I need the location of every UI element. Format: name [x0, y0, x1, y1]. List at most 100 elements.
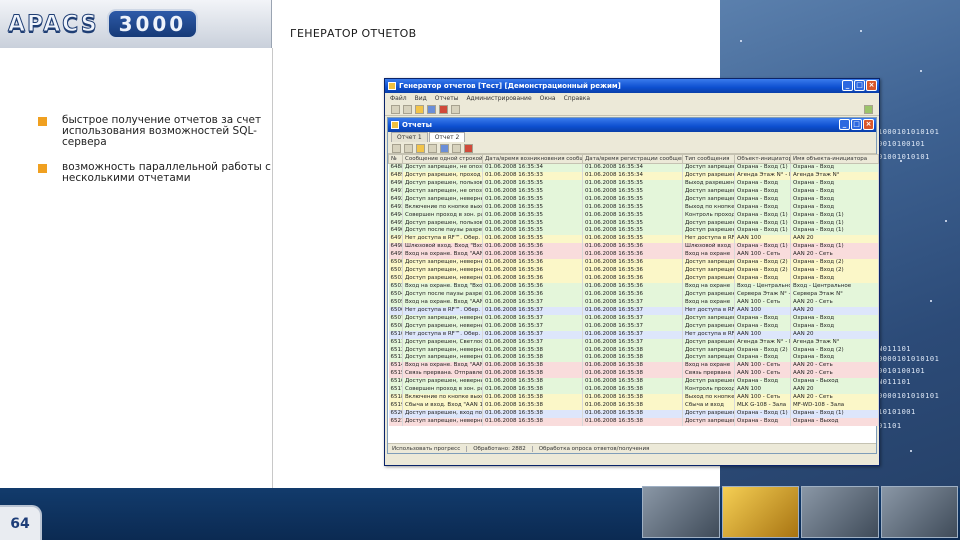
status-message: Обработка опроса ответов/получения: [538, 445, 650, 452]
table-row[interactable]: 6493Включение по кнопке выхода01.06.2008…: [388, 203, 879, 212]
table-row[interactable]: 6507Доступ запрещен, неверны.01.06.2008 …: [388, 314, 879, 323]
table-row[interactable]: 6503Вход на охране. Вход "Вход."01.06.20…: [388, 283, 879, 291]
table-row[interactable]: 6505Вход на охране. Вход "AAN 1."01.06.2…: [388, 298, 879, 307]
close-icon[interactable]: ×: [863, 119, 874, 130]
table-row[interactable]: 6512Доступ запрещен, неверны.01.06.2008 …: [388, 346, 879, 355]
table-cell: AAN 20: [790, 306, 879, 315]
table-row[interactable]: 6488Доступ запрещен, не опозн.01.06.2008…: [388, 163, 879, 172]
tab-report-1[interactable]: Отчет 1: [391, 132, 428, 142]
table-row[interactable]: 6518Включение по кнопке выхода01.06.2008…: [388, 394, 879, 403]
export-icon[interactable]: [428, 144, 437, 153]
table-row[interactable]: 6521Доступ запрещен, неверны.01.06.2008 …: [388, 417, 879, 426]
table-cell: Вход - Центральное: [734, 283, 791, 291]
table-cell: Охрана - Вход: [734, 187, 791, 196]
table-row[interactable]: 6494Совершен проход в зон. раз.01.06.200…: [388, 211, 879, 220]
table-cell: 6497: [388, 235, 403, 244]
refresh-icon[interactable]: [392, 144, 401, 153]
run-icon[interactable]: [864, 105, 873, 114]
table-row[interactable]: 6489Доступ разрешен, проход о.01.06.2008…: [388, 171, 879, 180]
column-header[interactable]: №: [388, 154, 403, 164]
table-row[interactable]: 6497Нет доступа в RF™. Обер.01.06.2008 1…: [388, 235, 879, 244]
menu-windows[interactable]: Окна: [540, 95, 556, 102]
table-cell: Охрана - Вход: [790, 354, 879, 363]
columns-icon[interactable]: [452, 144, 461, 153]
table-row[interactable]: 6513Доступ запрещен, неверны.01.06.2008 …: [388, 354, 879, 363]
table-cell: MF-WD-108 - Зала: [790, 402, 879, 411]
column-header[interactable]: Сообщение одной строкой: [402, 154, 483, 164]
menu-file[interactable]: Файл: [390, 95, 407, 102]
table-cell: Охрана - Вход: [790, 163, 879, 172]
table-cell: Агенда Этаж N° - В: [734, 338, 791, 347]
table-cell: 01.06.2008 16:35:38: [482, 394, 583, 403]
subwindow-titlebar[interactable]: Отчеты _ □ ×: [388, 118, 876, 132]
table-cell: 01.06.2008 16:35:38: [482, 354, 583, 363]
table-cell: 6511: [388, 338, 403, 347]
table-row[interactable]: 6506Нет доступа в RF™. Обер.01.06.2008 1…: [388, 306, 879, 315]
table-row[interactable]: 6515Связь прервана. Отправлен.01.06.2008…: [388, 370, 879, 379]
table-row[interactable]: 6519Сбыча и вход. Вход "AAN 1".01.06.200…: [388, 402, 879, 411]
delete-icon[interactable]: [464, 144, 473, 153]
table-cell: AAN 100 - Сеть: [734, 370, 791, 379]
table-row[interactable]: 6520Доступ разрешен, вход по.01.06.2008 …: [388, 410, 879, 418]
table-cell: 01.06.2008 16:35:38: [582, 370, 683, 379]
report-generator-window[interactable]: Генератор отчетов [Тест] [Демонстрационн…: [384, 78, 880, 466]
user-icon[interactable]: [427, 105, 436, 114]
slide-title: ГЕНЕРАТОР ОТЧЕТОВ: [290, 27, 417, 40]
table-row[interactable]: 6508Доступ разрешен, неверны.01.06.2008 …: [388, 322, 879, 331]
cut-icon[interactable]: [391, 105, 400, 114]
table-row[interactable]: 6510Нет доступа в RF™. Обер.01.06.2008 1…: [388, 330, 879, 339]
table-row[interactable]: 6502Доступ разрешен, неверны.01.06.2008 …: [388, 275, 879, 284]
menu-reports[interactable]: Отчеты: [435, 95, 459, 102]
table-row[interactable]: 6501Доступ запрещен, неверны.01.06.2008 …: [388, 267, 879, 276]
filter-icon[interactable]: [416, 144, 425, 153]
table-cell: 01.06.2008 16:35:37: [482, 314, 583, 323]
menu-help[interactable]: Справка: [564, 95, 590, 102]
table-row[interactable]: 6496Доступ после паузы разреш.01.06.2008…: [388, 227, 879, 236]
tab-report-2[interactable]: Отчет 2: [428, 132, 466, 142]
table-row[interactable]: 6500Доступ запрещен, неверны.01.06.2008 …: [388, 259, 879, 268]
column-header[interactable]: Тип сообщения: [682, 154, 735, 164]
minimize-icon[interactable]: _: [839, 119, 850, 130]
print-icon[interactable]: [404, 144, 413, 153]
copy-icon[interactable]: [403, 105, 412, 114]
key-icon[interactable]: [415, 105, 424, 114]
column-header[interactable]: Имя объекта-инициатора: [790, 154, 879, 164]
maximize-icon[interactable]: □: [851, 119, 862, 130]
table-cell: 01.06.2008 16:35:34: [582, 163, 683, 172]
close-icon[interactable]: ×: [866, 80, 877, 91]
table-row[interactable]: 6491Доступ запрещен, не опозн.01.06.2008…: [388, 187, 879, 196]
minimize-icon[interactable]: _: [842, 80, 853, 91]
print-icon[interactable]: [451, 105, 460, 114]
sort-icon[interactable]: [440, 144, 449, 153]
table-row[interactable]: 6499Вход на охране. Вход "AAN 1".01.06.2…: [388, 251, 879, 260]
column-header[interactable]: Дата/время возникновения сообщения: [482, 154, 583, 164]
maximize-icon[interactable]: □: [854, 80, 865, 91]
column-header[interactable]: Объект-инициатор: [734, 154, 791, 164]
table-row[interactable]: 6492Доступ запрещен, неверны.01.06.2008 …: [388, 195, 879, 204]
table-row[interactable]: 6516Доступ разрешен, неверны.01.06.2008 …: [388, 378, 879, 387]
table-row[interactable]: 6514Вход на охране. Вход "AAN 1".01.06.2…: [388, 362, 879, 371]
slide: 1000101010101 0010100101 01001010101 N01110…: [0, 0, 960, 540]
table-cell: Включение по кнопке выхода: [402, 203, 483, 212]
table-cell: 01.06.2008 16:35:38: [482, 362, 583, 371]
table-row[interactable]: 6511Доступ разрешен, Светлостик.01.06.20…: [388, 338, 879, 347]
table-row[interactable]: 6490Доступ разрешен, пользов.01.06.2008 …: [388, 179, 879, 188]
table-cell: Охрана - Вход: [734, 275, 791, 284]
window-title: Генератор отчетов [Тест] [Демонстрационн…: [399, 82, 621, 90]
menu-view[interactable]: Вид: [415, 95, 427, 102]
table-row[interactable]: 6498Шлюзовой вход. Вход "Вход".01.06.200…: [388, 243, 879, 252]
stop-icon[interactable]: [439, 105, 448, 114]
window-titlebar[interactable]: Генератор отчетов [Тест] [Демонстрационн…: [385, 79, 879, 93]
table-cell: Доступ запрещен: [682, 417, 735, 426]
table-cell: 01.06.2008 16:35:35: [482, 203, 583, 212]
menu-admin[interactable]: Администрирование: [466, 95, 531, 102]
reports-subwindow[interactable]: Отчеты _ □ × Отчет 1 Отчет 2 № Сообщение…: [387, 117, 879, 454]
table-cell: Вход на охране. Вход "AAN 1".: [402, 362, 483, 371]
table-row[interactable]: 6504Доступ после паузы разреш.01.06.2008…: [388, 290, 879, 299]
table-row[interactable]: 6495Доступ разрешен, пользов.01.06.2008 …: [388, 219, 879, 228]
table-cell: Вход на охране: [682, 298, 735, 307]
table-cell: Сбыча и вход. Вход "AAN 1".: [402, 402, 483, 411]
table-row[interactable]: 6517Совершен проход в зон. раз.01.06.200…: [388, 386, 879, 395]
column-header[interactable]: Дата/время регистрации сообщения: [582, 154, 683, 164]
table-cell: 01.06.2008 16:35:37: [582, 322, 683, 331]
